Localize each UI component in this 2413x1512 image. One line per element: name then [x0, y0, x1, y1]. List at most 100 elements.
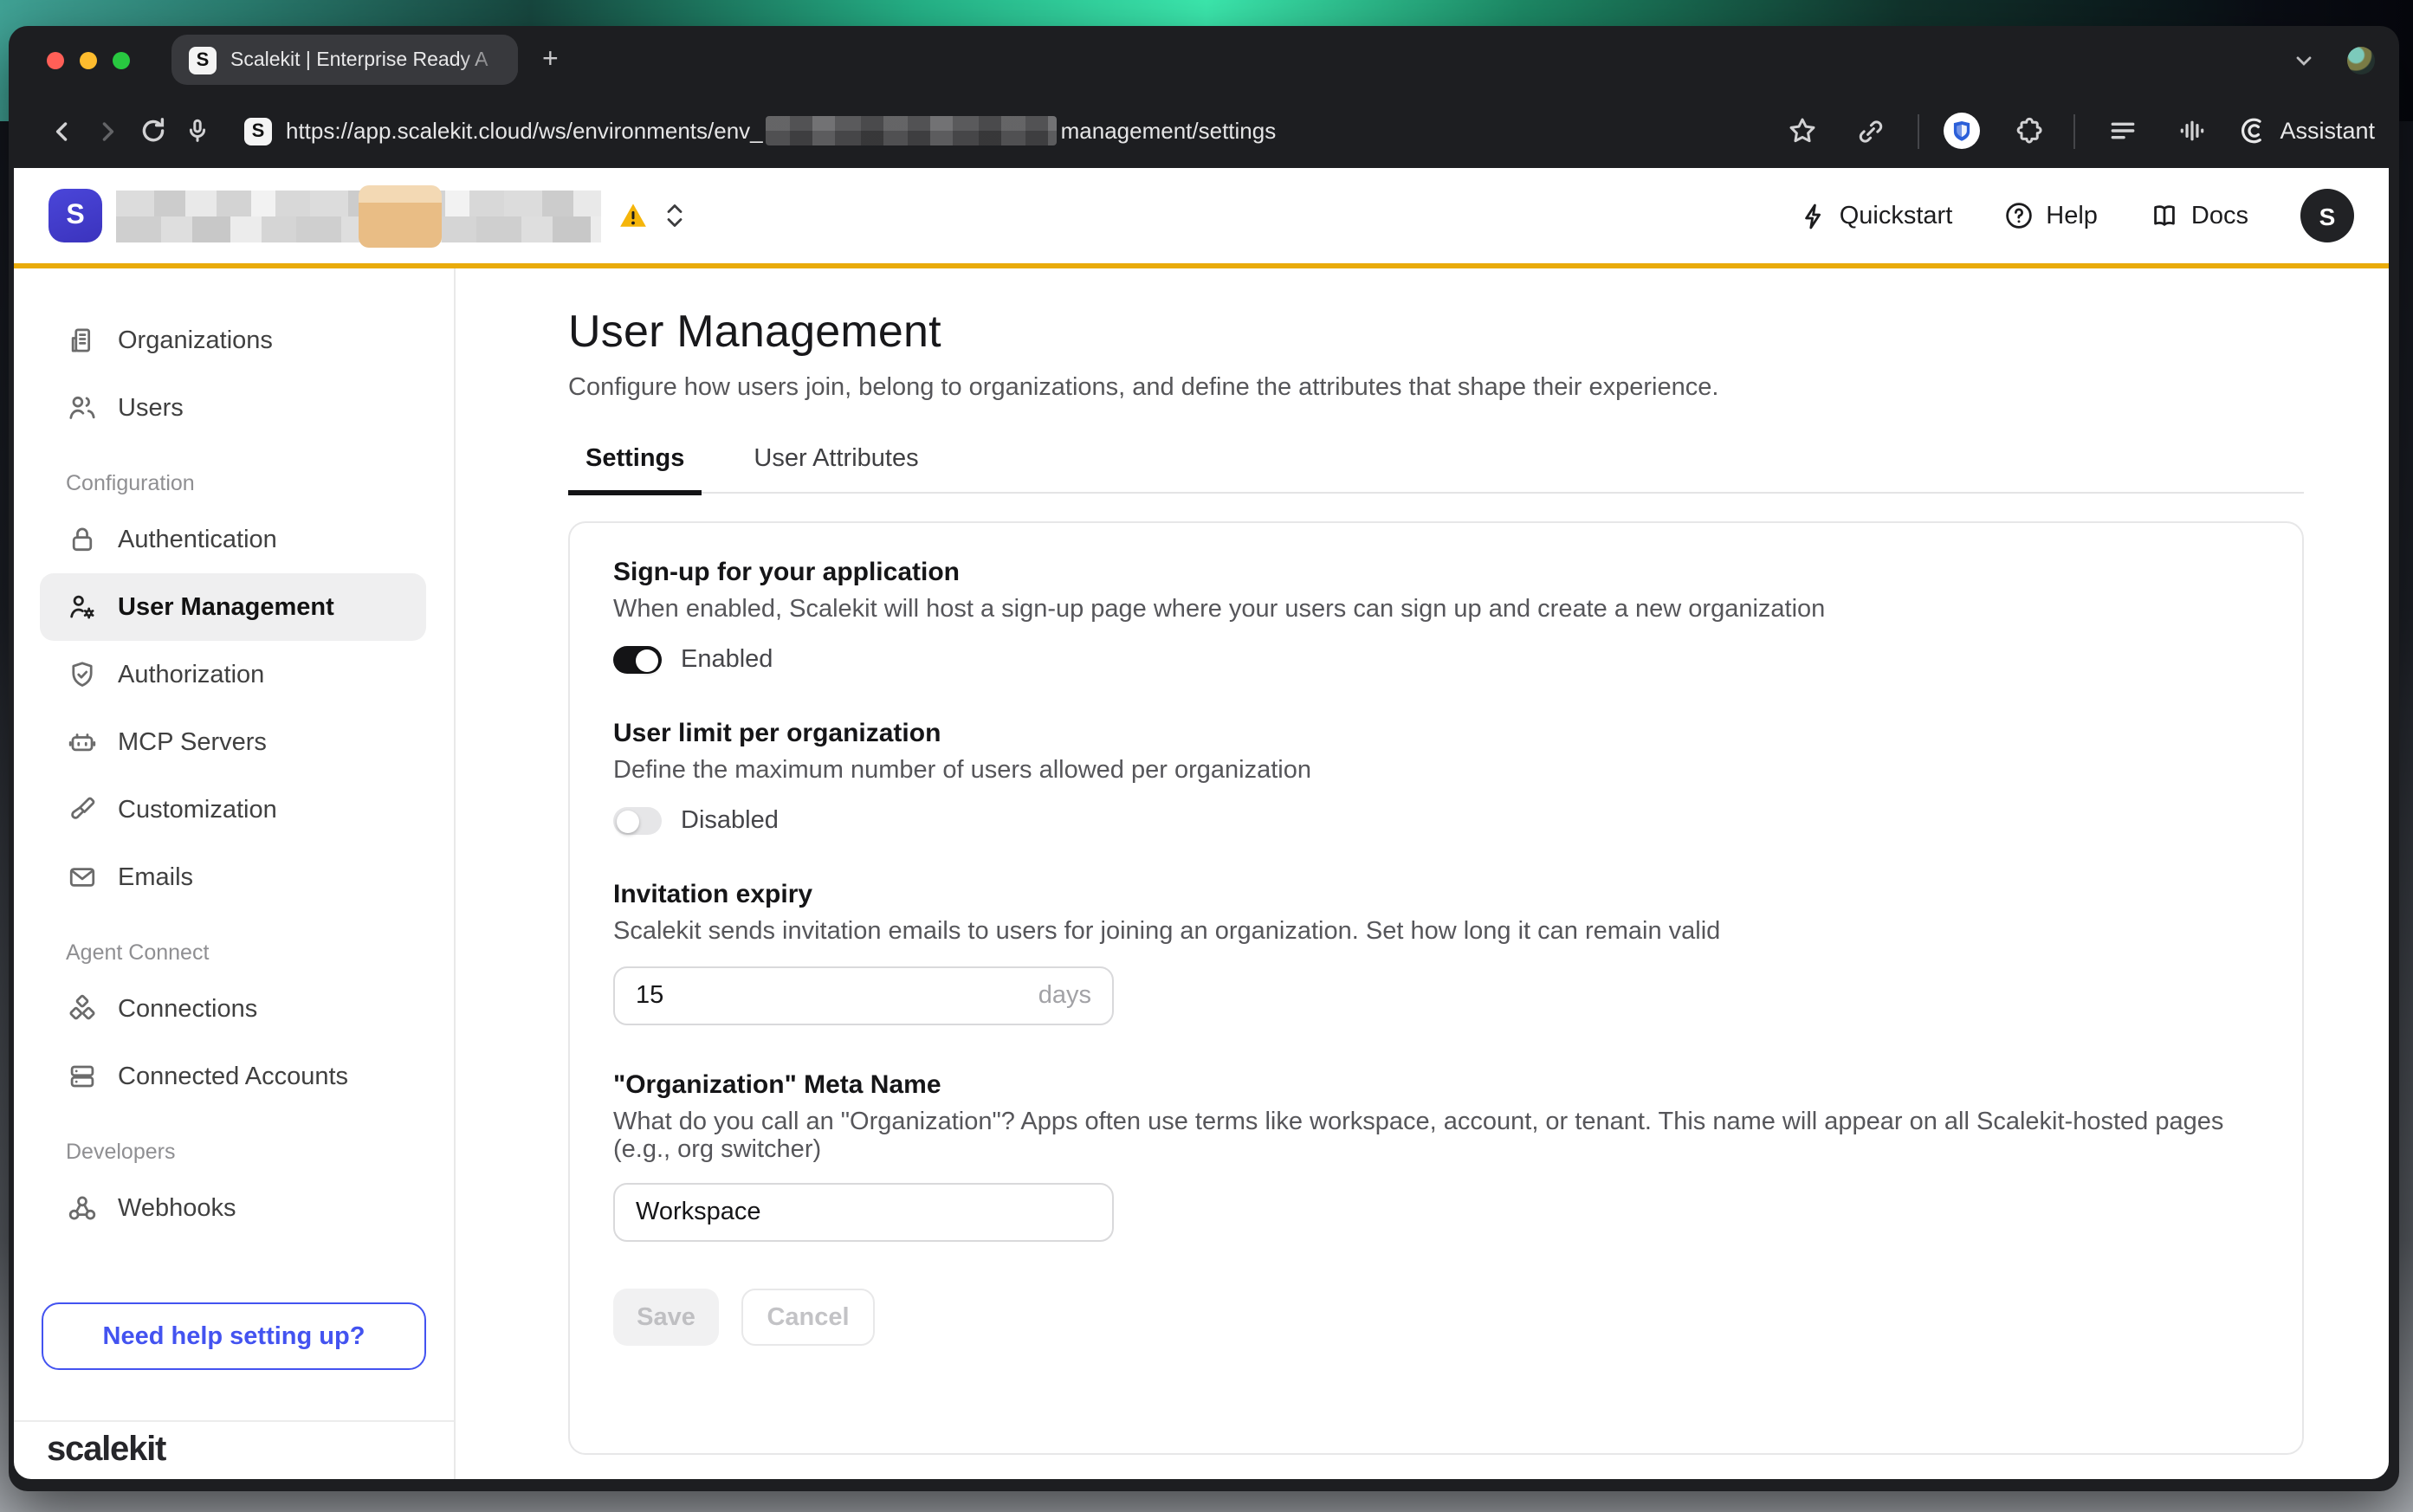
section-org-meta-name: "Organization" Meta Name What do you cal…: [613, 1070, 2259, 1242]
tab-title-fade: [459, 35, 518, 85]
sidebar-footer: scalekit: [14, 1420, 454, 1479]
invitation-expiry-field: days: [613, 966, 1114, 1025]
assistant-label: Assistant: [2280, 118, 2375, 144]
cancel-button[interactable]: Cancel: [741, 1289, 875, 1346]
sidebar-item-users[interactable]: Users: [40, 374, 426, 442]
docs-icon: [2150, 201, 2179, 230]
reload-icon[interactable]: [130, 108, 175, 153]
sidebar-item-label: Emails: [118, 863, 193, 891]
sidebar-item-label: User Management: [118, 593, 334, 621]
section-title: Sign-up for your application: [613, 558, 2259, 587]
webhooks-icon: [66, 1192, 97, 1224]
url-favicon: S: [244, 117, 272, 145]
url-prefix: https://app.scalekit.cloud/ws/environmen…: [286, 118, 763, 144]
mic-icon[interactable]: [175, 108, 220, 153]
sidebar-item-label: Connected Accounts: [118, 1063, 348, 1090]
help-label: Help: [2046, 202, 2098, 229]
sidebar: Organizations Users Configuration: [14, 268, 456, 1479]
bookmark-star-icon[interactable]: [1779, 108, 1824, 153]
sidebar-item-customization[interactable]: Customization: [40, 776, 426, 843]
section-signup: Sign-up for your application When enable…: [613, 558, 2259, 674]
sidebar-item-mcp-servers[interactable]: MCP Servers: [40, 708, 426, 776]
emails-icon: [66, 862, 97, 893]
sidebar-item-emails[interactable]: Emails: [40, 843, 426, 911]
page-title: User Management: [568, 305, 2389, 359]
browser-profile-avatar[interactable]: [2347, 46, 2375, 74]
back-icon[interactable]: [40, 108, 85, 153]
reading-list-icon[interactable]: [2099, 108, 2145, 153]
window-controls: [47, 51, 130, 68]
scalekit-app: S Q: [14, 168, 2389, 1479]
need-help-button[interactable]: Need help setting up?: [42, 1302, 426, 1370]
help-icon: [2004, 201, 2034, 230]
sidebar-section-agent-connect: Agent Connect: [66, 940, 454, 965]
tab-bar: Settings User Attributes: [568, 445, 2304, 494]
sidebar-item-connections[interactable]: Connections: [40, 975, 426, 1043]
sidebar-item-webhooks[interactable]: Webhooks: [40, 1174, 426, 1242]
settings-card: Sign-up for your application When enable…: [568, 521, 2304, 1455]
browser-tab-bar: S Scalekit | Enterprise Ready A +: [9, 26, 2399, 94]
forward-icon[interactable]: [85, 108, 130, 153]
signup-toggle[interactable]: [613, 646, 662, 674]
close-window-button[interactable]: [47, 51, 64, 68]
redaction-block-accent: [359, 184, 442, 247]
quickstart-label: Quickstart: [1840, 202, 1953, 229]
sidebar-item-connected-accounts[interactable]: Connected Accounts: [40, 1043, 426, 1110]
user-limit-toggle[interactable]: [613, 807, 662, 835]
assistant-icon: [2238, 116, 2267, 145]
warning-icon: [618, 201, 648, 230]
tab-user-attributes[interactable]: User Attributes: [736, 445, 935, 492]
sidebar-item-user-management[interactable]: User Management: [40, 573, 426, 641]
sidebar-section-configuration: Configuration: [66, 471, 454, 495]
sidebar-item-organizations[interactable]: Organizations: [40, 307, 426, 374]
sidebar-item-label: Connections: [118, 995, 257, 1023]
assistant-button[interactable]: Assistant: [2238, 116, 2375, 145]
toggle-knob: [636, 649, 658, 671]
page-subtitle: Configure how users join, belong to orga…: [568, 374, 2389, 402]
save-button[interactable]: Save: [613, 1289, 719, 1346]
browser-window: S Scalekit | Enterprise Ready A +: [9, 26, 2399, 1491]
tab-settings[interactable]: Settings: [568, 445, 702, 492]
scalekit-wordmark: scalekit: [47, 1431, 165, 1470]
new-tab-button[interactable]: +: [542, 46, 559, 74]
toggle-label: Enabled: [681, 646, 773, 674]
unit-label: days: [1038, 982, 1091, 1010]
sidebar-item-authorization[interactable]: Authorization: [40, 641, 426, 708]
org-meta-name-input[interactable]: [636, 1199, 1091, 1226]
org-switcher-icon[interactable]: [665, 203, 684, 229]
browser-address-bar: S https://app.scalekit.cloud/ws/environm…: [9, 94, 2399, 168]
section-title: Invitation expiry: [613, 880, 2259, 909]
minimize-window-button[interactable]: [80, 51, 97, 68]
toolbar-divider: [2073, 113, 2075, 148]
docs-button[interactable]: Docs: [2150, 201, 2248, 230]
section-description: Define the maximum number of users allow…: [613, 757, 2259, 785]
voice-wave-icon[interactable]: [2169, 108, 2214, 153]
extension-icon[interactable]: [2004, 108, 2049, 153]
section-title: "Organization" Meta Name: [613, 1070, 2259, 1100]
quickstart-button[interactable]: Quickstart: [1800, 202, 1953, 229]
section-description: What do you call an "Organization"? Apps…: [613, 1108, 2259, 1164]
user-avatar[interactable]: S: [2300, 189, 2354, 242]
workspace-name-redacted[interactable]: [116, 190, 601, 242]
url-text[interactable]: https://app.scalekit.cloud/ws/environmen…: [286, 116, 1276, 145]
section-invitation-expiry: Invitation expiry Scalekit sends invitat…: [613, 880, 2259, 1025]
invitation-expiry-input[interactable]: [636, 982, 1038, 1010]
bitwarden-icon[interactable]: [1944, 113, 1980, 149]
zoom-window-button[interactable]: [113, 51, 130, 68]
help-button[interactable]: Help: [2004, 201, 2098, 230]
section-description: Scalekit sends invitation emails to user…: [613, 918, 2259, 946]
sidebar-item-authentication[interactable]: Authentication: [40, 506, 426, 573]
connections-icon: [66, 993, 97, 1024]
customization-icon: [66, 794, 97, 825]
sidebar-item-label: Authentication: [118, 526, 277, 553]
sidebar-item-label: Authorization: [118, 661, 264, 688]
desktop-background: S Scalekit | Enterprise Ready A +: [0, 0, 2413, 1512]
app-header: S Q: [14, 168, 2389, 263]
browser-tab[interactable]: S Scalekit | Enterprise Ready A: [171, 35, 518, 85]
link-icon[interactable]: [1848, 108, 1893, 153]
chevron-down-icon[interactable]: [2292, 48, 2316, 72]
section-description: When enabled, Scalekit will host a sign-…: [613, 596, 2259, 624]
section-user-limit: User limit per organization Define the m…: [613, 719, 2259, 835]
toggle-knob: [617, 810, 639, 832]
docs-label: Docs: [2191, 202, 2248, 229]
